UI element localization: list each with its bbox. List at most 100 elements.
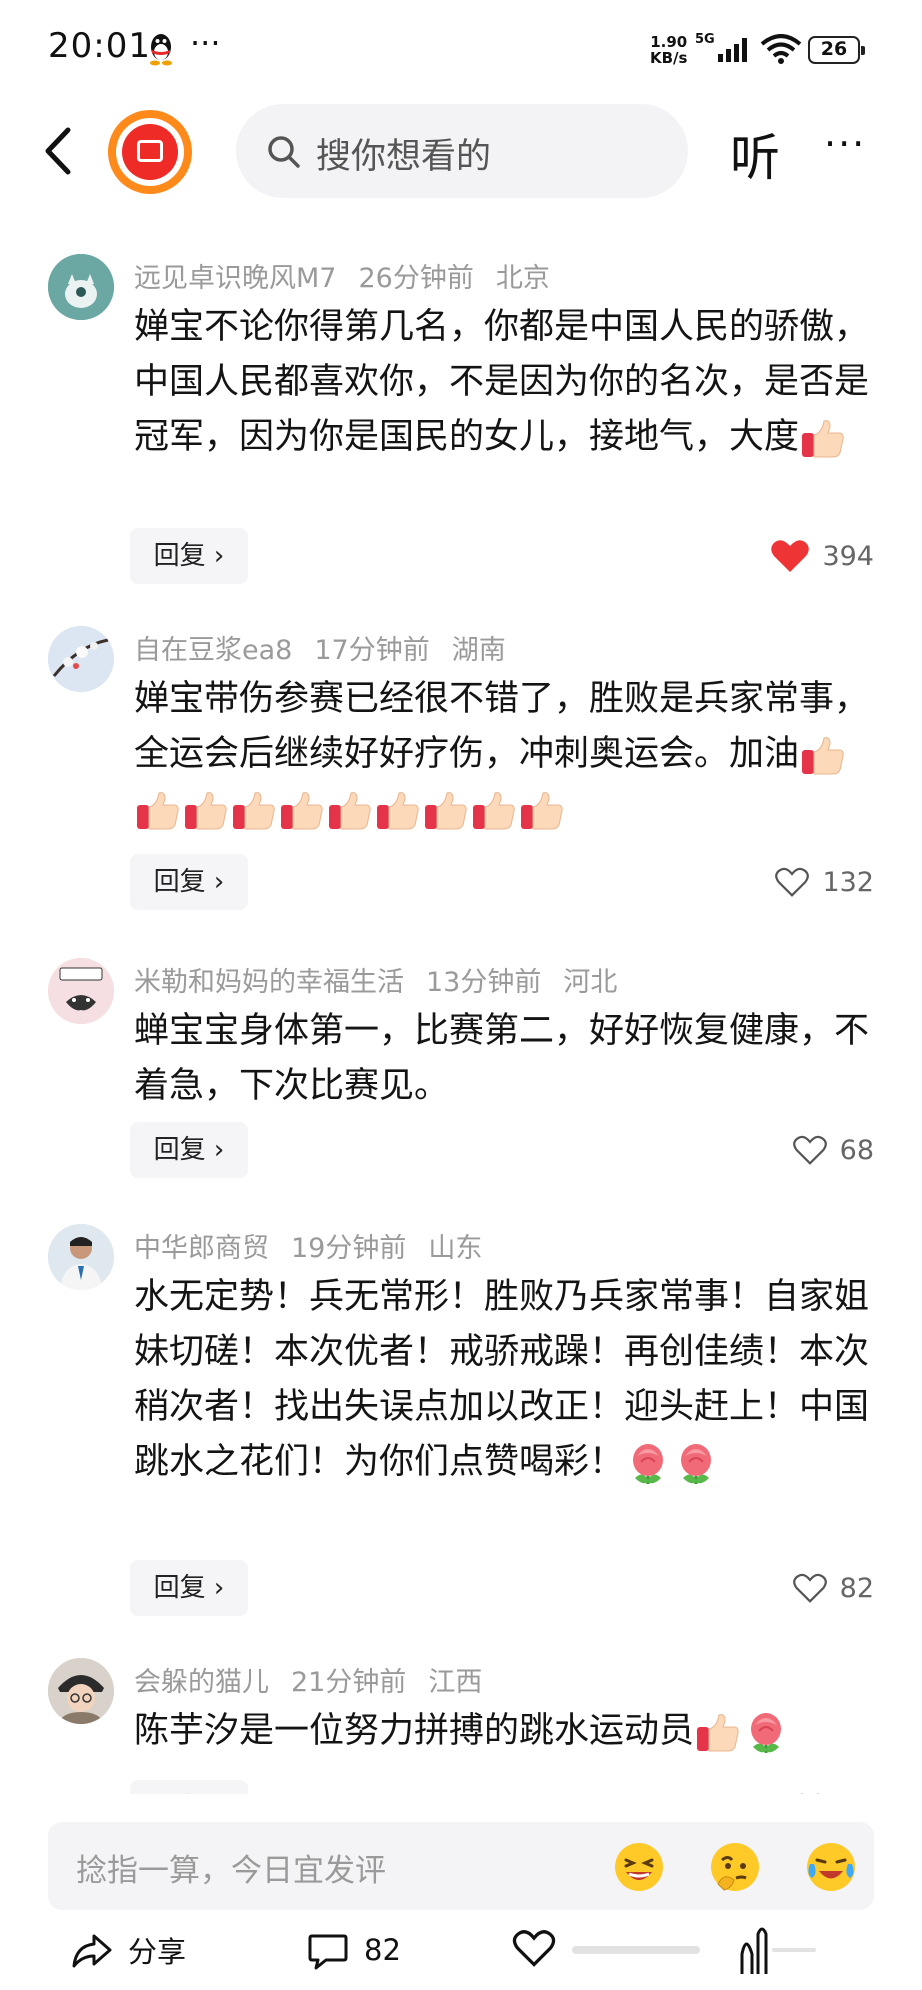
comment-text: 水无定势！兵无常形！胜败乃兵家常事！自家姐妹切磋！本次优者！戒骄戒躁！再创佳绩！… bbox=[134, 1277, 870, 1482]
like-button[interactable]: 394 bbox=[770, 528, 874, 584]
share-label: 分享 bbox=[128, 1935, 187, 1969]
heart-outline-icon bbox=[792, 1573, 827, 1603]
avatar[interactable] bbox=[48, 1224, 114, 1290]
heart-filled-icon bbox=[771, 540, 810, 572]
thumbs-up-emoji-icon bbox=[473, 792, 515, 830]
reply-button[interactable]: 回复 › bbox=[130, 854, 248, 910]
comment-time: 19分钟前 bbox=[291, 1233, 407, 1264]
status-time: 20:01 bbox=[48, 26, 151, 66]
audio-wave-icon[interactable] bbox=[738, 1924, 818, 1976]
comment-count: 82 bbox=[364, 1933, 401, 1967]
bottom-action-bar: 分享 82 bbox=[0, 1920, 922, 1990]
thumbs-up-emoji-icon bbox=[329, 792, 371, 830]
comment-time: 17分钟前 bbox=[314, 635, 430, 666]
like-count: 39 bbox=[840, 1793, 874, 1795]
comment-location: 江西 bbox=[428, 1667, 483, 1698]
thumbs-up-emoji-icon bbox=[137, 792, 179, 830]
comment-text-block: 婵宝带伤参赛已经很不错了，胜败是兵家常事，全运会后继续好好疗伤，冲刺奥运会。加油 bbox=[134, 672, 874, 837]
like-button[interactable]: 132 bbox=[774, 854, 874, 910]
comments-button[interactable]: 82 bbox=[306, 1928, 401, 1972]
reply-label: 回复 bbox=[153, 1573, 206, 1603]
comment-meta: 远见卓识晚风M7 26分钟前 北京 bbox=[134, 256, 572, 295]
comment-item: 会躲的猫儿 21分钟前江西 陈芋汐是一位努力拼搏的跳水运动员 回复 › 39 bbox=[0, 1654, 922, 1794]
comment-meta: 会躲的猫儿 21分钟前 江西 bbox=[134, 1660, 504, 1699]
thumbs-up-emoji-icon bbox=[377, 792, 419, 830]
heart-outline-icon bbox=[799, 1793, 820, 1794]
more-menu-button[interactable]: ··· bbox=[824, 122, 866, 166]
speed-value: 1.90 bbox=[650, 33, 688, 51]
heart-outline-icon bbox=[792, 1135, 827, 1165]
comment-time: 26分钟前 bbox=[358, 263, 474, 294]
comment-username[interactable]: 米勒和妈妈的幸福生活 bbox=[134, 967, 404, 998]
search-icon bbox=[268, 136, 300, 168]
search-bar[interactable]: 搜你想看的 bbox=[236, 104, 688, 198]
comment-username[interactable]: 会躲的猫儿 bbox=[134, 1667, 269, 1698]
thumbs-up-emoji-icon bbox=[281, 792, 323, 830]
like-article-button[interactable] bbox=[512, 1928, 556, 1968]
comment-text: 婵宝不论你得第几名，你都是中国人民的骄傲，中国人民都喜欢你，不是因为你的名次，是… bbox=[134, 307, 870, 457]
back-arrow-icon[interactable] bbox=[38, 124, 78, 178]
avatar[interactable] bbox=[48, 254, 114, 320]
comment-input-placeholder: 捻指一算，今日宜发评 bbox=[76, 1853, 386, 1889]
comment-text: 蝉宝宝身体第一，比赛第二，好好恢复健康，不着急，下次比赛见。 bbox=[134, 1011, 870, 1106]
rose-emoji-icon bbox=[751, 1713, 782, 1753]
avatar[interactable] bbox=[48, 958, 114, 1024]
comment-username[interactable]: 中华郎商贸 bbox=[134, 1233, 269, 1264]
like-button[interactable]: 82 bbox=[792, 1560, 874, 1616]
comment-location: 北京 bbox=[495, 263, 550, 294]
thumbs-up-emoji-icon bbox=[802, 420, 844, 458]
comment-username[interactable]: 远见卓识晚风M7 bbox=[134, 263, 336, 294]
comment-username[interactable]: 自在豆浆ea8 bbox=[134, 635, 292, 666]
comment-meta: 米勒和妈妈的幸福生活 13分钟前 河北 bbox=[134, 960, 639, 999]
network-speed: 1.90 KB/s bbox=[650, 34, 687, 66]
listen-button[interactable]: 听 bbox=[730, 118, 780, 190]
status-bar: 20:01 ··· 1.90 KB/s 5G 26 bbox=[0, 0, 922, 100]
search-placeholder: 搜你想看的 bbox=[316, 137, 492, 177]
reply-button[interactable]: 回复 › bbox=[130, 1780, 248, 1794]
speed-unit: KB/s bbox=[650, 49, 688, 67]
comment-location: 河北 bbox=[563, 967, 618, 998]
signal-icon bbox=[718, 38, 747, 62]
thumbs-up-emoji-icon bbox=[185, 792, 227, 830]
thumbs-up-emoji-icon bbox=[697, 1714, 739, 1752]
avatar[interactable] bbox=[48, 626, 114, 692]
comment-time: 21分钟前 bbox=[291, 1667, 407, 1698]
avatar-image bbox=[48, 626, 114, 692]
avatar-image bbox=[48, 958, 114, 1024]
reply-label: 回复 bbox=[154, 1793, 206, 1794]
avatar[interactable] bbox=[48, 1658, 114, 1724]
reply-label: 回复 bbox=[153, 867, 206, 897]
thumbs-up-emoji-icon bbox=[802, 737, 844, 775]
comment-meta: 中华郎商贸 19分钟前 山东 bbox=[134, 1226, 504, 1265]
share-button[interactable]: 分享 bbox=[70, 1928, 186, 1972]
qq-penguin-icon bbox=[150, 34, 172, 66]
crying-laughing-emoji-icon[interactable] bbox=[804, 1840, 858, 1894]
thumbs-up-emoji-icon bbox=[425, 792, 467, 830]
like-button[interactable]: 39 bbox=[792, 1780, 874, 1794]
share-icon bbox=[72, 1934, 112, 1968]
reply-button[interactable]: 回复 › bbox=[130, 1560, 248, 1616]
rose-emoji-icon bbox=[633, 1444, 664, 1484]
app-logo[interactable] bbox=[108, 110, 192, 194]
network-type: 5G bbox=[695, 32, 715, 47]
reply-button[interactable]: 回复 › bbox=[130, 1122, 248, 1178]
comment-text-block: 水无定势！兵无常形！胜败乃兵家常事！自家姐妹切磋！本次优者！戒骄戒躁！再创佳绩！… bbox=[134, 1270, 874, 1490]
like-count: 82 bbox=[839, 1572, 874, 1604]
comment-input[interactable]: 捻指一算，今日宜发评 bbox=[48, 1822, 874, 1910]
reply-button[interactable]: 回复 › bbox=[130, 528, 248, 584]
battery-indicator: 26 bbox=[808, 36, 865, 64]
like-count: 132 bbox=[822, 866, 874, 898]
thinking-emoji-icon[interactable] bbox=[708, 1840, 762, 1894]
comment-meta: 自在豆浆ea8 17分钟前 湖南 bbox=[134, 628, 528, 667]
comment-text: 婵宝带伤参赛已经很不错了，胜败是兵家常事，全运会后继续好好疗伤，冲刺奥运会。加油 bbox=[134, 679, 870, 774]
rose-emoji-icon bbox=[681, 1444, 712, 1484]
like-button[interactable]: 68 bbox=[792, 1122, 874, 1178]
avatar-image bbox=[48, 1658, 114, 1724]
wifi-icon bbox=[760, 34, 802, 64]
laughing-emoji-icon[interactable] bbox=[612, 1840, 666, 1894]
thumbs-up-emoji-icon bbox=[233, 792, 275, 830]
avatar-image bbox=[48, 254, 114, 320]
reply-label: 回复 bbox=[153, 1135, 206, 1165]
comment-text-block: 蝉宝宝身体第一，比赛第二，好好恢复健康，不着急，下次比赛见。 bbox=[134, 1004, 874, 1114]
comment-text-block: 婵宝不论你得第几名，你都是中国人民的骄傲，中国人民都喜欢你，不是因为你的名次，是… bbox=[134, 300, 874, 465]
